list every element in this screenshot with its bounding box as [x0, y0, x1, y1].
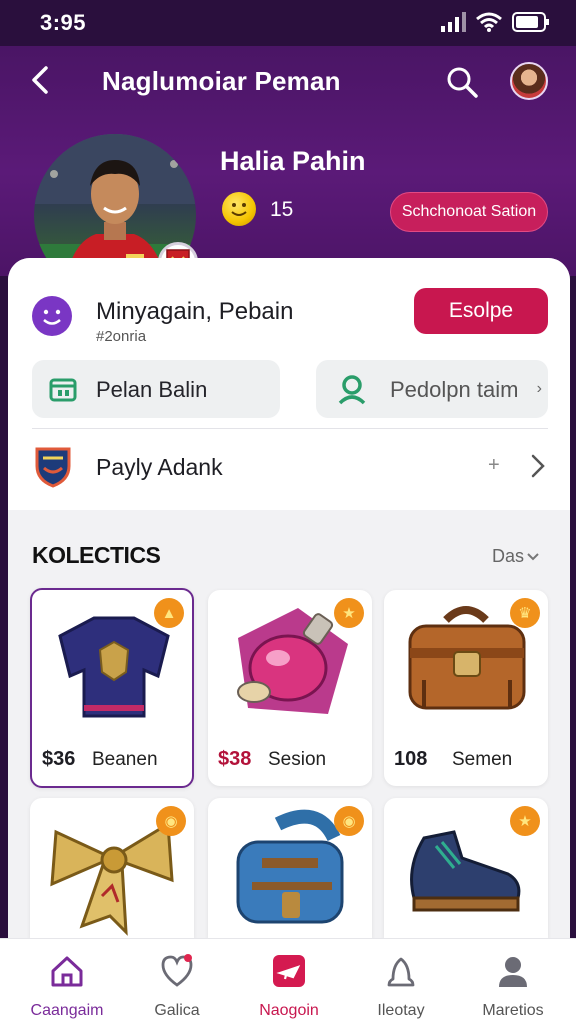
team-row[interactable]: Payly Adank + — [8, 434, 570, 498]
chevron-down-icon — [527, 552, 539, 560]
search-icon — [447, 67, 478, 98]
status-icons — [440, 12, 550, 32]
heart-icon — [161, 954, 193, 987]
wifi-icon — [476, 12, 502, 32]
player-name: Halia Pahin — [220, 146, 366, 176]
coin-count: 15 — [270, 198, 294, 221]
status-time: 3:95 — [40, 10, 87, 35]
item-label: Semen — [452, 749, 513, 770]
status-bar: 3:95 — [0, 0, 576, 46]
rarity-badge-icon: ★ — [334, 598, 364, 628]
user-row: Minyagain, Pebain #2onria Esolpe — [8, 282, 570, 350]
battery-icon — [512, 12, 549, 32]
item-label: Sesion — [268, 749, 327, 770]
bottom-nav: Caangaim Galica Naogoin Ileotay Maretios — [0, 938, 576, 1024]
nav-label: Maretios — [482, 1002, 544, 1019]
action-label-1: Pelan Balin — [96, 377, 208, 402]
nav-label: Naogoin — [259, 1002, 319, 1019]
search-person-icon — [338, 375, 366, 405]
smile-icon — [32, 296, 72, 336]
collection-item[interactable]: ★ — [384, 798, 548, 938]
plane-icon — [273, 955, 305, 987]
page-title: Naglumoiar Peman — [102, 66, 341, 96]
rarity-badge-icon: ◉ — [334, 806, 364, 836]
nav-item-profile[interactable]: Maretios — [458, 949, 568, 1019]
nav-label: Galica — [154, 1002, 200, 1019]
action-button-2[interactable]: Pedolpn taim › — [316, 360, 548, 418]
user-avatar[interactable] — [510, 62, 548, 100]
smile-coin-glyph — [231, 203, 247, 216]
chevron-right-small-icon: › — [536, 380, 542, 397]
nav-item-heart[interactable]: Galica — [122, 949, 232, 1019]
plus-small-icon: + — [488, 454, 500, 476]
item-price: $38 — [218, 748, 252, 770]
primary-action-button[interactable]: Esolpe — [414, 288, 548, 334]
nav-item-home[interactable]: Caangaim — [12, 949, 122, 1019]
storefront-icon — [49, 378, 77, 402]
profile-icon — [499, 957, 527, 987]
nav-label: Caangaim — [30, 1002, 104, 1019]
chevron-right-icon — [531, 454, 545, 478]
rarity-badge-icon: ★ — [510, 806, 540, 836]
team-crest-icon — [35, 447, 71, 488]
action-row: Pelan Balin Pedolpn taim › — [8, 358, 570, 418]
nav-item-plane[interactable]: Naogoin — [234, 949, 344, 1019]
smile-glyph — [43, 309, 61, 325]
back-button[interactable] — [24, 62, 60, 98]
collection-item[interactable]: ♛ 108 Semen — [384, 590, 548, 786]
collection-item[interactable]: ◉ — [208, 798, 372, 938]
profile-header: Naglumoiar Peman Halia Pahin 15 Schchono… — [0, 46, 576, 296]
rarity-badge-icon: ◉ — [156, 806, 186, 836]
nav-item-bell[interactable]: Ileotay — [346, 949, 456, 1019]
user-handle: #2onria — [96, 328, 147, 345]
bell-icon — [387, 957, 415, 987]
team-label: Payly Adank — [96, 454, 223, 480]
search-button[interactable] — [444, 64, 480, 100]
header-pill-button[interactable]: Schchonoat Sation — [390, 192, 548, 232]
collection-item[interactable]: ◉ — [30, 798, 194, 938]
rarity-badge-icon: ▲ — [154, 598, 184, 628]
sort-label: Das — [492, 546, 525, 566]
sort-dropdown[interactable]: Das — [492, 546, 540, 567]
rarity-badge-icon: ♛ — [510, 598, 540, 628]
coin-icon — [222, 192, 256, 226]
signal-icon — [441, 12, 466, 32]
user-name: Minyagain, Pebain — [96, 298, 294, 325]
collection-item[interactable]: ★ $38 Sesion — [208, 590, 372, 786]
chevron-left-icon — [32, 66, 48, 94]
action-button-1[interactable]: Pelan Balin — [32, 360, 280, 418]
collection-item[interactable]: ▲ $36 Beanen — [30, 588, 194, 788]
divider — [32, 428, 548, 429]
nav-label: Ileotay — [377, 1002, 425, 1019]
top-app-bar: Naglumoiar Peman — [0, 46, 576, 118]
action-label-2: Pedolpn taim — [390, 377, 519, 402]
item-price: 108 — [394, 748, 428, 770]
profile-panel: Minyagain, Pebain #2onria Esolpe Pelan B… — [8, 258, 570, 510]
collection-title: KOLECTICS — [32, 542, 161, 568]
home-icon — [51, 956, 83, 987]
item-price: $36 — [42, 748, 76, 770]
item-label: Beanen — [92, 749, 158, 770]
